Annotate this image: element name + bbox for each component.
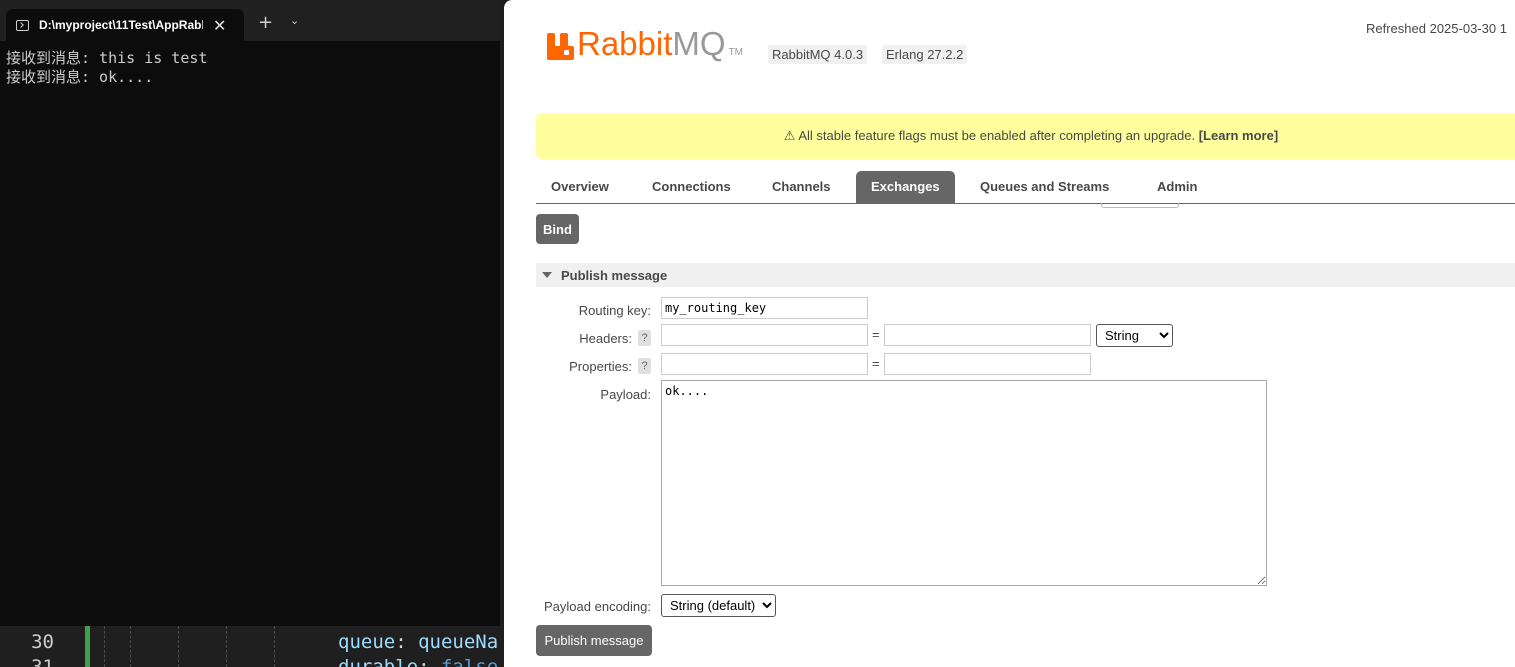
- terminal-window: D:\myproject\11Test\AppRabb ✕ + ⌄ 接收到消息:…: [0, 0, 500, 667]
- payload-label: Payload:: [600, 387, 651, 402]
- rabbitmq-management-page: RabbitMQ TM RabbitMQ 4.0.3 Erlang 27.2.2…: [504, 0, 1515, 667]
- property-value-input[interactable]: [884, 353, 1091, 375]
- chevron-down-icon[interactable]: ⌄: [290, 14, 299, 27]
- terminal-titlebar: D:\myproject\11Test\AppRabb ✕ + ⌄: [0, 0, 500, 41]
- feature-flags-warning: ⚠ All stable feature flags must be enabl…: [536, 113, 1515, 159]
- routing-key-input[interactable]: [661, 297, 868, 319]
- indent-guide: [178, 626, 179, 667]
- publish-message-button[interactable]: Publish message: [536, 625, 652, 656]
- payload-encoding-select[interactable]: String (default): [661, 594, 776, 617]
- indent-guide: [274, 626, 275, 667]
- header-type-select[interactable]: String: [1096, 324, 1173, 347]
- code-token: durable: [338, 656, 419, 667]
- code-token: :: [395, 631, 419, 653]
- logo-text-rabbit: Rabbit: [577, 25, 673, 62]
- refreshed-timestamp: Refreshed 2025-03-30 1: [1366, 21, 1507, 36]
- properties-label: Properties:: [569, 359, 632, 374]
- properties-help-icon[interactable]: ?: [638, 358, 651, 374]
- publish-message-section-header[interactable]: Publish message: [536, 263, 1515, 287]
- close-icon[interactable]: ✕: [213, 16, 226, 35]
- logo-text-mq: MQ: [672, 25, 726, 62]
- payload-encoding-label: Payload encoding:: [544, 599, 651, 614]
- partially-hidden-field: [1101, 203, 1179, 208]
- learn-more-link[interactable]: [Learn more]: [1199, 128, 1278, 143]
- equals-sign: =: [872, 327, 880, 342]
- bind-button[interactable]: Bind: [536, 214, 579, 244]
- tab-channels[interactable]: Channels: [757, 171, 846, 203]
- code-line: durable: false: [338, 656, 498, 667]
- header-key-input[interactable]: [661, 324, 868, 346]
- terminal-line: 接收到消息: this is test: [6, 49, 208, 67]
- code-editor: 30 31 queue: queueNa durable: false: [0, 626, 504, 667]
- tab-exchanges[interactable]: Exchanges: [856, 171, 955, 203]
- rabbitmq-logo-icon: [547, 33, 574, 60]
- plus-icon[interactable]: +: [258, 12, 273, 33]
- code-token: false: [440, 656, 499, 667]
- collapse-triangle-icon: [542, 272, 552, 278]
- equals-sign: =: [872, 356, 880, 371]
- tab-queues-and-streams[interactable]: Queues and Streams: [965, 171, 1124, 203]
- tab-admin[interactable]: Admin: [1142, 171, 1212, 203]
- routing-key-label: Routing key:: [578, 303, 651, 318]
- terminal-tab[interactable]: D:\myproject\11Test\AppRabb ✕: [6, 9, 244, 41]
- headers-label: Headers:: [579, 331, 632, 346]
- indent-guide: [130, 626, 131, 667]
- header-value-input[interactable]: [884, 324, 1091, 346]
- git-change-marker: [85, 626, 90, 667]
- headers-help-icon[interactable]: ?: [638, 330, 651, 346]
- warning-text: ⚠ All stable feature flags must be enabl…: [783, 128, 1199, 143]
- rabbitmq-version-badge: RabbitMQ 4.0.3: [768, 45, 868, 64]
- terminal-icon: [16, 19, 29, 31]
- payload-textarea[interactable]: ok....: [661, 380, 1267, 586]
- tab-connections[interactable]: Connections: [637, 171, 746, 203]
- code-line: queue: queueNa: [338, 631, 498, 653]
- property-key-input[interactable]: [661, 353, 868, 375]
- tab-overview[interactable]: Overview: [536, 171, 624, 203]
- code-token: :: [418, 656, 441, 667]
- terminal-line: 接收到消息: ok....: [6, 68, 154, 86]
- terminal-tab-title: D:\myproject\11Test\AppRabb: [39, 18, 203, 32]
- code-token: queueNa: [418, 631, 499, 653]
- indent-guide: [104, 626, 105, 667]
- section-title: Publish message: [561, 267, 668, 283]
- erlang-version-badge: Erlang 27.2.2: [882, 45, 968, 64]
- indent-guide: [226, 626, 227, 667]
- logo-trademark: TM: [728, 47, 744, 58]
- terminal-output: 接收到消息: this is test 接收到消息: ok....: [6, 49, 207, 87]
- code-token: queue: [338, 631, 396, 653]
- main-nav-tabs: Overview Connections Channels Exchanges …: [536, 171, 1515, 204]
- line-number: 31: [31, 656, 54, 667]
- rabbitmq-logo[interactable]: RabbitMQ TM: [547, 27, 743, 60]
- line-number: 30: [31, 631, 54, 653]
